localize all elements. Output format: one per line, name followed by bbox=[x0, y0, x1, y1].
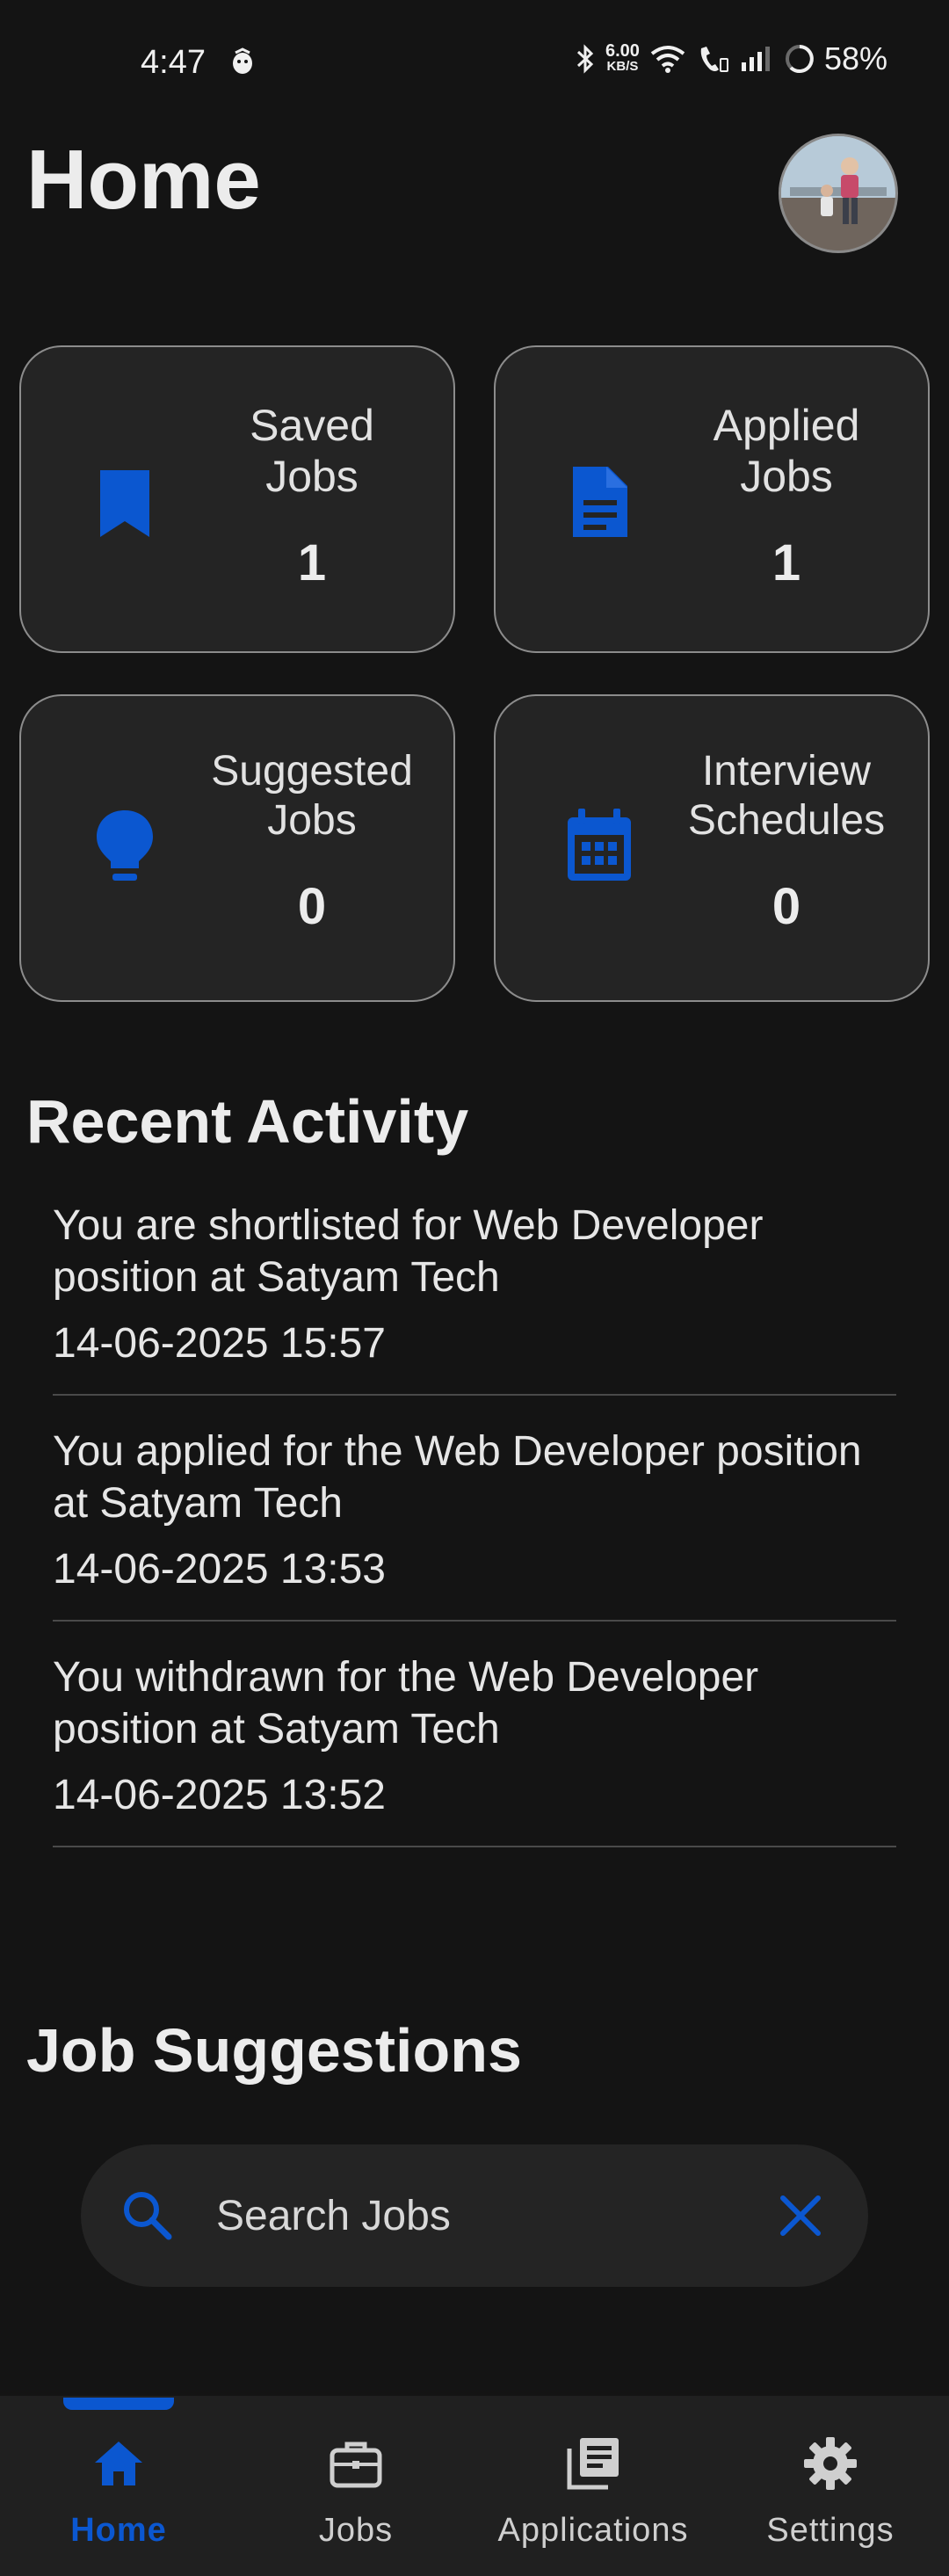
nav-item-applications[interactable]: Applications bbox=[474, 2396, 712, 2576]
activity-time: 14-06-2025 13:52 bbox=[53, 1772, 386, 1818]
suggested-jobs-count: 0 bbox=[297, 878, 327, 935]
recent-activity-title: Recent Activity bbox=[26, 1087, 469, 1156]
saved-jobs-card[interactable]: Saved Jobs 1 bbox=[19, 345, 455, 653]
net-speed-unit: KB/S bbox=[606, 59, 639, 74]
nav-label-jobs: Jobs bbox=[318, 2512, 394, 2549]
signal-icon bbox=[741, 47, 770, 71]
home-screen: 4:47 6.00 KB/S 58% Home Saved Jobs 1 App… bbox=[0, 0, 949, 2576]
saved-jobs-label: Saved Jobs bbox=[250, 401, 374, 501]
lightbulb-icon bbox=[97, 810, 153, 881]
suggested-jobs-label: Suggested Jobs bbox=[211, 748, 413, 844]
job-suggestions-title: Job Suggestions bbox=[26, 2016, 522, 2085]
net-speed: 6.00 KB/S bbox=[605, 41, 640, 75]
activity-item[interactable]: You are shortlisted for Web Developer po… bbox=[53, 1200, 896, 1396]
nav-label-home: Home bbox=[70, 2512, 167, 2549]
applied-jobs-card[interactable]: Applied Jobs 1 bbox=[494, 345, 930, 653]
activity-item[interactable]: You applied for the Web Developer positi… bbox=[53, 1426, 896, 1622]
gear-icon bbox=[804, 2437, 857, 2490]
activity-item[interactable]: You withdrawn for the Web Developer posi… bbox=[53, 1651, 896, 1847]
interview-schedules-card[interactable]: Interview Schedules 0 bbox=[494, 694, 930, 1002]
activity-time: 14-06-2025 15:57 bbox=[53, 1320, 386, 1367]
activity-text: You are shortlisted for Web Developer po… bbox=[53, 1202, 764, 1301]
activity-time: 14-06-2025 13:53 bbox=[53, 1546, 386, 1593]
activity-text: You withdrawn for the Web Developer posi… bbox=[53, 1654, 759, 1752]
page-title: Home bbox=[26, 133, 261, 227]
activity-list: You are shortlisted for Web Developer po… bbox=[53, 1200, 896, 1877]
applied-jobs-count: 1 bbox=[772, 534, 801, 591]
briefcase-icon bbox=[330, 2442, 382, 2488]
suggested-jobs-card[interactable]: Suggested Jobs 0 bbox=[19, 694, 455, 1002]
home-icon bbox=[95, 2442, 142, 2485]
saved-jobs-count: 1 bbox=[297, 534, 327, 591]
library-icon bbox=[567, 2438, 619, 2490]
nav-label-settings: Settings bbox=[766, 2512, 895, 2549]
wifi-calling-icon bbox=[700, 47, 728, 72]
nav-label-applications: Applications bbox=[497, 2512, 689, 2549]
applied-jobs-label: Applied Jobs bbox=[713, 401, 860, 501]
status-bar: 4:47 6.00 KB/S 58% bbox=[0, 0, 949, 123]
avatar-photo bbox=[781, 136, 895, 250]
calendar-icon bbox=[568, 809, 631, 881]
bottom-navigation: Home Jobs Applications Settings bbox=[0, 2396, 949, 2576]
profile-avatar[interactable] bbox=[779, 134, 898, 253]
search-input[interactable] bbox=[216, 2185, 708, 2246]
search-icon[interactable] bbox=[116, 2184, 179, 2247]
document-icon bbox=[573, 467, 627, 537]
notification-icon bbox=[233, 47, 252, 74]
interview-schedules-label: Interview Schedules bbox=[687, 748, 886, 844]
wifi-icon bbox=[650, 46, 685, 73]
bookmark-icon bbox=[100, 470, 149, 537]
nav-item-jobs[interactable]: Jobs bbox=[237, 2396, 474, 2576]
search-bar[interactable] bbox=[81, 2144, 868, 2287]
battery-percentage: 58% bbox=[823, 40, 887, 76]
status-indicators: 6.00 KB/S 58% bbox=[574, 40, 887, 77]
active-indicator bbox=[63, 2398, 174, 2410]
nav-item-settings[interactable]: Settings bbox=[712, 2396, 949, 2576]
status-time: 4:47 bbox=[141, 44, 206, 81]
interview-schedules-count: 0 bbox=[772, 878, 801, 935]
net-speed-value: 6.00 bbox=[605, 41, 640, 61]
activity-text: You applied for the Web Developer positi… bbox=[53, 1428, 862, 1527]
nav-item-home[interactable]: Home bbox=[0, 2396, 237, 2576]
battery-icon bbox=[785, 45, 814, 73]
bluetooth-icon bbox=[576, 44, 594, 74]
clear-icon[interactable] bbox=[770, 2185, 831, 2246]
